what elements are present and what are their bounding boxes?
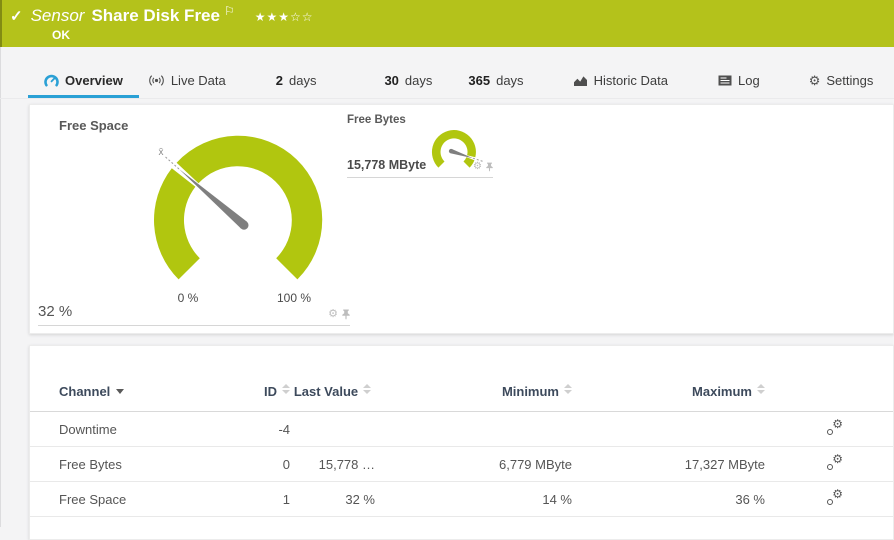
channels-panel: Channel ID Last Value Minimum Maximum: [29, 345, 894, 540]
ok-check-icon: ✓: [10, 7, 23, 25]
tab-365-days[interactable]: 365 days: [468, 73, 523, 98]
tab-number: 365: [468, 73, 490, 88]
channel-cell: Free Bytes: [30, 447, 249, 482]
gear-glyph: ⚙: [832, 453, 843, 465]
column-header-minimum[interactable]: Minimum: [375, 380, 572, 412]
overview-gauges-panel: Free Space x̄ 0 % 100 % 32 % ⚙ Free Byte…: [29, 104, 894, 334]
small-gear-dot: [827, 429, 833, 435]
tab-label: days: [289, 73, 316, 88]
id-cell: 1: [249, 482, 290, 517]
table-row[interactable]: Downtime -4 ⚙: [30, 412, 893, 447]
channels-table: Channel ID Last Value Minimum Maximum: [30, 380, 893, 517]
small-gear-dot: [827, 464, 833, 470]
last-value-cell: 32 %: [290, 482, 375, 517]
actions-cell: ⚙: [765, 482, 893, 517]
widget-pin-icon[interactable]: [486, 162, 493, 172]
minimum-cell: [375, 412, 572, 447]
free-space-value: 32 %: [38, 303, 72, 320]
table-row[interactable]: Free Space 1 32 % 14 % 36 % ⚙: [30, 482, 893, 517]
maximum-cell: 36 %: [572, 482, 765, 517]
column-label: Minimum: [502, 384, 559, 399]
tab-log[interactable]: Log: [718, 73, 760, 98]
free-space-gauge-title: Free Space: [59, 118, 128, 133]
last-value-cell: [290, 412, 375, 447]
settings-gear-icon: ⚙: [809, 74, 821, 87]
gear-glyph: ⚙: [832, 488, 843, 500]
sort-toggle-icon: [282, 384, 290, 394]
edit-channel-gears-icon[interactable]: ⚙: [826, 490, 843, 505]
tab-label: days: [405, 73, 432, 88]
small-gear-dot: [827, 499, 833, 505]
gear-glyph: ⚙: [832, 418, 843, 430]
tab-label: Overview: [65, 73, 123, 88]
tab-2-days[interactable]: 2 days: [276, 73, 317, 98]
tab-30-days[interactable]: 30 days: [384, 73, 432, 98]
priority-stars[interactable]: ★★★☆☆: [255, 10, 314, 24]
edit-channel-gears-icon[interactable]: ⚙: [826, 420, 843, 435]
column-label: Maximum: [692, 384, 752, 399]
maximum-cell: [572, 412, 765, 447]
sort-toggle-icon: [564, 384, 572, 394]
live-data-icon: [148, 74, 165, 87]
maximum-cell: 17,327 MByte: [572, 447, 765, 482]
tab-label: Log: [738, 73, 760, 88]
table-row[interactable]: Free Bytes 0 15,778 … 6,779 MByte 17,327…: [30, 447, 893, 482]
average-marker-label: x̄: [159, 147, 164, 158]
tab-overview[interactable]: Overview: [28, 73, 139, 98]
widget-gear-icon[interactable]: ⚙: [328, 309, 338, 320]
widget-pin-icon[interactable]: [342, 309, 350, 320]
channel-cell: Free Space: [30, 482, 249, 517]
channel-cell: Downtime: [30, 412, 249, 447]
free-bytes-value: 15,778 MByte: [347, 158, 426, 172]
actions-cell: ⚙: [765, 412, 893, 447]
tab-settings[interactable]: ⚙ Settings: [809, 73, 874, 98]
sort-toggle-icon: [363, 384, 371, 394]
sort-toggle-icon: [757, 384, 765, 394]
column-header-actions: [765, 380, 893, 412]
tab-label: Historic Data: [594, 73, 668, 88]
edit-channel-gears-icon[interactable]: ⚙: [826, 455, 843, 470]
column-header-last-value[interactable]: Last Value: [290, 380, 375, 412]
gauge-icon: [44, 74, 59, 88]
id-cell: -4: [249, 412, 290, 447]
last-value-cell: 15,778 …: [290, 447, 375, 482]
tab-label: Settings: [826, 73, 873, 88]
stars-empty[interactable]: ☆☆: [290, 10, 314, 24]
priority-flag-icon[interactable]: ⚐: [224, 4, 235, 18]
sensor-status-badge: OK: [52, 28, 70, 42]
log-icon: [718, 75, 732, 86]
column-header-id[interactable]: ID: [249, 380, 290, 412]
sensor-title-row: ✓ Sensor Share Disk Free ⚐ ★★★☆☆: [10, 6, 314, 26]
free-bytes-gauge-title: Free Bytes: [347, 114, 406, 126]
sensor-status-header: ✓ Sensor Share Disk Free ⚐ ★★★☆☆ OK: [0, 0, 894, 47]
tab-number: 30: [384, 73, 398, 88]
gauge-needle: [179, 169, 249, 230]
tab-number: 2: [276, 73, 283, 88]
column-label: Last Value: [294, 384, 358, 399]
column-header-channel[interactable]: Channel: [30, 380, 249, 412]
sensor-title: Share Disk Free: [91, 6, 220, 26]
column-label: Channel: [59, 384, 110, 399]
widget-gear-icon[interactable]: ⚙: [473, 162, 482, 172]
tab-historic-data[interactable]: Historic Data: [573, 73, 668, 98]
stars-filled[interactable]: ★★★: [255, 10, 290, 24]
actions-cell: ⚙: [765, 447, 893, 482]
free-space-gauge: x̄: [125, 127, 355, 292]
tab-label: Live Data: [171, 73, 226, 88]
column-label: ID: [264, 384, 277, 399]
table-header-row: Channel ID Last Value Minimum Maximum: [30, 380, 893, 412]
tab-live-data[interactable]: Live Data: [148, 73, 226, 98]
free-space-gauge-footer: 32 % ⚙: [38, 293, 350, 326]
tab-bar: Overview Live Data 2 days 30 days 365 da…: [0, 47, 894, 99]
tab-label: days: [496, 73, 523, 88]
sensor-type-label: Sensor: [31, 6, 85, 26]
free-bytes-gauge-footer: 15,778 MByte ⚙: [347, 151, 493, 178]
minimum-cell: 6,779 MByte: [375, 447, 572, 482]
historic-data-icon: [573, 75, 588, 87]
sort-desc-icon: [116, 389, 124, 394]
id-cell: 0: [249, 447, 290, 482]
column-header-maximum[interactable]: Maximum: [572, 380, 765, 412]
minimum-cell: 14 %: [375, 482, 572, 517]
